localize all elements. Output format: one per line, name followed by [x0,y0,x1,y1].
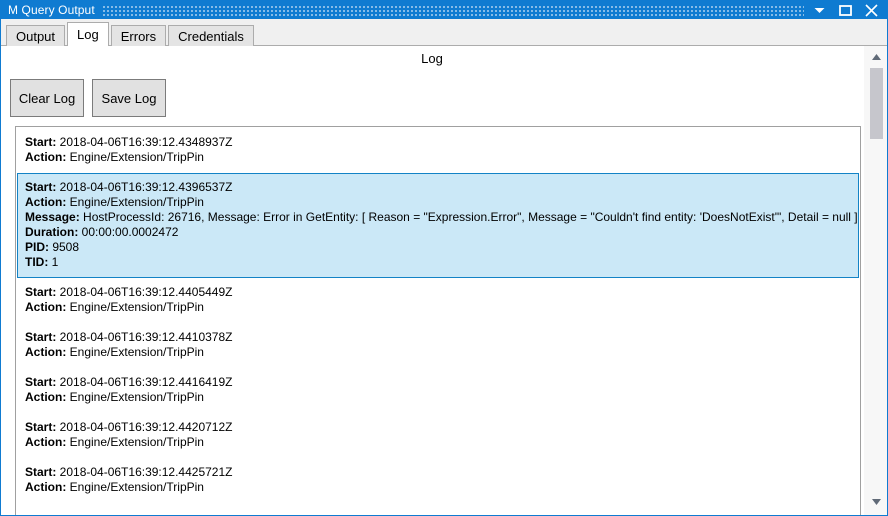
tab-strip: Output Log Errors Credentials [1,19,887,46]
m-query-output-window: M Query Output Output Log Errors Credent… [0,0,888,516]
log-field-key: PID: [25,240,49,254]
log-action-buttons: Clear Log Save Log [10,79,174,117]
log-entry[interactable]: Start: 2018-04-06T16:39:12.4348937Z Actio… [17,128,859,173]
log-entry-line: Action: Engine/Extension/TripPin [25,150,851,165]
log-entry-line: TID: 1 [25,255,851,270]
caret-down-icon[interactable] [864,493,887,511]
log-entry-line: Action: Engine/Extension/TripPin [25,300,851,315]
log-entry-line: Start: 2018-04-06T16:39:12.4405449Z [25,285,851,300]
tab-errors[interactable]: Errors [110,25,167,46]
log-entry-list[interactable]: Start: 2018-04-06T16:39:12.4348937Z Actio… [15,126,861,515]
log-field-key: Message: [25,210,80,224]
log-field-value: 2018-04-06T16:39:12.4348937Z [56,135,233,149]
log-field-value: Engine/Extension/TripPin [66,435,204,449]
log-field-value: Engine/Extension/TripPin [66,480,204,494]
log-field-value: Engine/Extension/TripPin [66,195,204,209]
log-field-key: Action: [25,480,67,494]
log-field-value: 00:00:00.0002472 [78,225,179,239]
tab-output[interactable]: Output [6,25,66,46]
log-field-value: 2018-04-06T16:39:12.4405449Z [56,285,233,299]
maximize-icon[interactable] [836,1,855,19]
log-field-value: HostProcessId: 26716, Message: Error in … [79,210,858,224]
log-field-value: 2018-04-06T16:39:12.4416419Z [56,375,233,389]
log-field-value: 2018-04-06T16:39:12.4420712Z [56,420,233,434]
log-field-key: Action: [25,150,67,164]
log-entry-line: Start: 2018-04-06T16:39:12.4348937Z [25,135,851,150]
log-field-key: TID: [25,255,49,269]
log-field-value: 2018-04-06T16:39:12.4425721Z [56,465,233,479]
chevron-down-icon[interactable] [810,1,829,19]
log-field-value: Engine/Extension/TripPin [66,150,204,164]
log-entry[interactable]: Start: 2018-04-06T16:39:12.4425721Z Actio… [17,458,859,503]
window-title: M Query Output [8,3,95,17]
log-entry-line: Action: Engine/Extension/TripPin [25,435,851,450]
log-field-key: Start: [25,375,57,389]
vertical-scrollbar[interactable] [863,46,887,515]
log-entry[interactable]: Start: 2018-04-06T16:39:12.4410378Z Actio… [17,323,859,368]
log-entry-line: Message: HostProcessId: 26716, Message: … [25,210,858,225]
log-entry-line: Start: 2018-04-06T16:39:12.4416419Z [25,375,851,390]
log-pane: Log Clear Log Save Log Start: 2018-04-06… [1,46,887,515]
log-entry-line: PID: 9508 [25,240,851,255]
log-entry[interactable]: Start: 2018-04-06T16:39:12.4420712Z Actio… [17,413,859,458]
tab-credentials[interactable]: Credentials [168,25,254,46]
log-field-key: Start: [25,285,57,299]
log-field-key: Start: [25,135,57,149]
log-entry-line: Start: 2018-04-06T16:39:12.4425721Z [25,465,851,480]
log-entry[interactable]: Start: 2018-04-06T16:39:12.4396537Z Actio… [17,173,859,278]
caret-up-icon[interactable] [864,48,887,66]
title-bar-grip [102,4,804,16]
log-field-key: Action: [25,390,67,404]
log-entry-line: Start: 2018-04-06T16:39:12.4420712Z [25,420,851,435]
log-entry-line: Start: 2018-04-06T16:39:12.4410378Z [25,330,851,345]
log-entry[interactable]: Start: 2018-04-06T16:39:12.4405449Z Actio… [17,278,859,323]
log-entry-line: Duration: 00:00:00.0002472 [25,225,851,240]
log-field-key: Start: [25,420,57,434]
log-field-value: Engine/Extension/TripPin [66,300,204,314]
log-field-key: Action: [25,345,67,359]
title-bar[interactable]: M Query Output [1,1,887,19]
log-entry[interactable]: Start: 2018-04-06T16:39:12.4416419Z Actio… [17,368,859,413]
save-log-button[interactable]: Save Log [92,79,166,117]
log-field-value: 1 [48,255,59,269]
log-field-key: Action: [25,435,67,449]
log-entry-line: Action: Engine/Extension/TripPin [25,195,851,210]
log-field-key: Action: [25,300,67,314]
scrollbar-thumb[interactable] [870,68,883,139]
clear-log-button[interactable]: Clear Log [10,79,84,117]
log-entry-line: Action: Engine/Extension/TripPin [25,480,851,495]
close-icon[interactable] [861,1,882,19]
log-field-value: 2018-04-06T16:39:12.4396537Z [56,180,233,194]
log-field-value: 2018-04-06T16:39:12.4410378Z [56,330,233,344]
log-entry-line: Action: Engine/Extension/TripPin [25,345,851,360]
log-field-key: Duration: [25,225,79,239]
log-field-key: Start: [25,330,57,344]
log-field-value: 9508 [49,240,80,254]
tab-log[interactable]: Log [67,22,109,46]
log-field-value: Engine/Extension/TripPin [66,345,204,359]
log-field-value: Engine/Extension/TripPin [66,390,204,404]
log-entry-line: Action: Engine/Extension/TripPin [25,390,851,405]
log-field-key: Action: [25,195,67,209]
page-title: Log [421,51,443,66]
log-field-key: Start: [25,465,57,479]
log-field-key: Start: [25,180,57,194]
log-entry-line: Start: 2018-04-06T16:39:12.4396537Z [25,180,851,195]
